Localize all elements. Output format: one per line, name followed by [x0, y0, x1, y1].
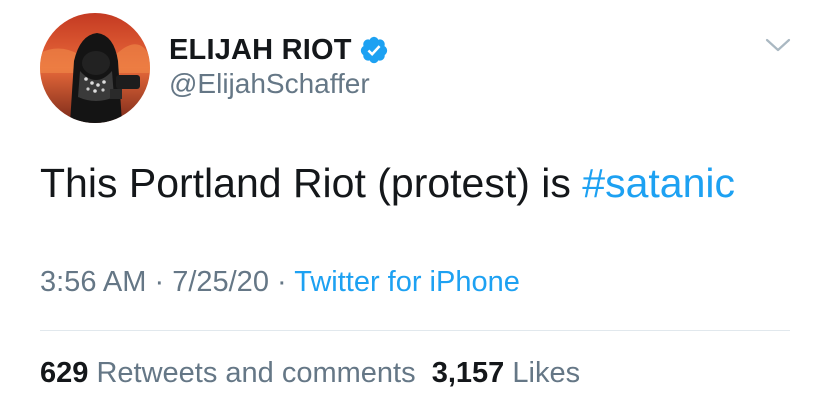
- likes-label: Likes: [512, 357, 581, 389]
- retweets-label: Retweets and comments: [96, 357, 416, 389]
- user-handle[interactable]: @ElijahSchaffer: [169, 68, 370, 100]
- meta-separator: ·: [268, 266, 295, 298]
- tweet-date[interactable]: 7/25/20: [172, 266, 269, 298]
- verified-badge-icon: [360, 36, 387, 64]
- likes-count: 3,157: [431, 357, 505, 389]
- tweet-source-link[interactable]: Twitter for iPhone: [294, 266, 520, 298]
- likes-stat[interactable]: 3,157 Likes: [432, 357, 580, 389]
- tweet-text: This Portland Riot (protest) is #satanic: [40, 160, 735, 207]
- meta-separator: ·: [146, 266, 173, 298]
- hashtag-link[interactable]: #satanic: [582, 160, 735, 206]
- divider: [40, 330, 790, 331]
- retweets-stat[interactable]: 629 Retweets and comments: [40, 357, 416, 389]
- display-name[interactable]: ELIJAH RIOT: [169, 34, 352, 67]
- tweet-body: This Portland Riot (protest) is: [40, 160, 583, 206]
- chevron-down-icon[interactable]: [764, 35, 792, 55]
- avatar[interactable]: [40, 13, 150, 123]
- tweet-card: ELIJAH RIOT @ElijahSchaffer This Portlan…: [0, 0, 827, 400]
- tweet-time[interactable]: 3:56 AM: [40, 266, 146, 298]
- author-row[interactable]: ELIJAH RIOT: [169, 30, 389, 70]
- tweet-metadata: 3:56 AM · 7/25/20 · Twitter for iPhone: [40, 266, 520, 299]
- retweets-count: 629: [40, 357, 89, 389]
- tweet-stats: 629 Retweets and comments 3,157 Likes: [40, 357, 580, 390]
